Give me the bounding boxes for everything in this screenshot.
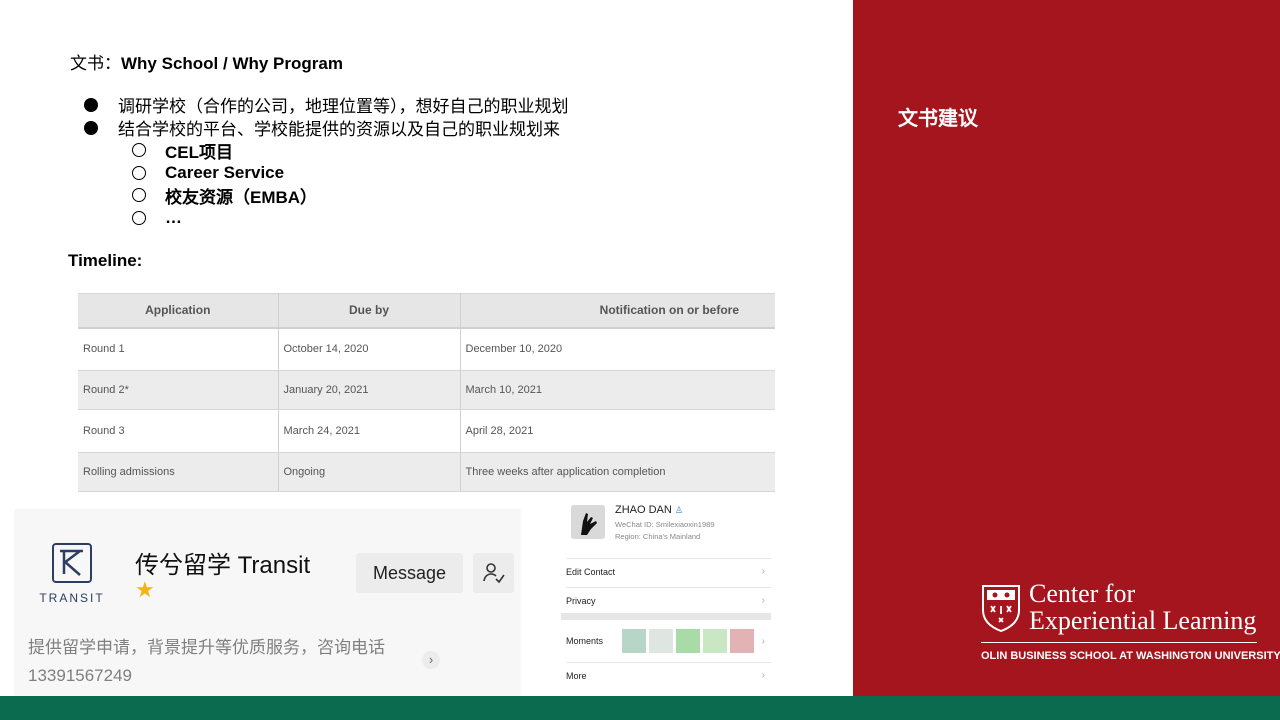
wechat-profile-card: ZHAO DAN ♙ WeChat ID: Smilexiaoxin1989 R…: [561, 497, 771, 690]
official-account-card: TRANSIT 传兮留学 Transit ★ Message 提供留学申请，背景…: [14, 509, 521, 696]
table-row: Round 3 March 24, 2021 April 28, 2021: [78, 409, 775, 453]
sub-bullet-item: Career Service: [132, 162, 569, 185]
row-label: More: [566, 670, 587, 681]
follow-user-icon[interactable]: [473, 553, 514, 593]
moment-thumbnail: [648, 629, 673, 653]
chevron-right-icon: ›: [761, 670, 765, 681]
bullet-list: 调研学校（合作的公司，地理位置等），想好自己的职业规划 结合学校的平台、学校能提…: [84, 93, 569, 229]
table-row: Rolling admissions Ongoing Three weeks a…: [78, 452, 775, 492]
moment-thumbnail: [702, 629, 727, 653]
chevron-right-icon[interactable]: ›: [422, 651, 440, 669]
cel-line1: Center for: [1029, 579, 1136, 608]
column-header: Application: [78, 293, 279, 329]
table-cell: March 24, 2021: [278, 409, 461, 453]
column-header: Notification on or before: [460, 293, 775, 329]
bullet-ring-icon: [132, 165, 146, 180]
moment-thumbnail: [729, 629, 754, 653]
heading-prefix: 文书：: [70, 54, 121, 74]
moment-thumbnail: [675, 629, 700, 653]
column-header: Due by: [278, 293, 461, 329]
logo-divider: [981, 642, 1257, 643]
slide: 文书建议 文书：Why School / Why Program 调研学校（合作…: [0, 0, 1280, 720]
table-cell: Rolling admissions: [78, 452, 279, 492]
avatar-hand-icon: [571, 505, 605, 539]
profile-row-more[interactable]: More ›: [566, 662, 771, 688]
chevron-right-icon: ›: [761, 595, 765, 606]
moment-thumbnail: [621, 629, 646, 653]
table-cell: Round 2*: [78, 370, 279, 410]
description-line: 13391567249: [28, 666, 133, 685]
chevron-right-icon: ›: [761, 635, 765, 647]
sub-bullet-text: 校友资源（EMBA）: [165, 187, 318, 207]
table-cell: December 10, 2020: [460, 327, 775, 371]
sub-bullet-item: …: [132, 207, 569, 230]
bullet-ring-icon: [132, 210, 146, 225]
wechat-id: WeChat ID: Smilexiaoxin1989: [615, 520, 715, 529]
panel-title: 文书建议: [898, 106, 978, 130]
account-description: 提供留学申请，背景提升等优质服务，咨询电话 13391567249: [28, 634, 428, 690]
profile-name: ZHAO DAN ♙: [615, 504, 683, 516]
sub-bullet-text: Career Service: [165, 162, 285, 182]
profile-row-edit-contact[interactable]: Edit Contact ›: [566, 558, 771, 584]
table-cell: Round 1: [78, 327, 279, 371]
logo-text: TRANSIT: [39, 591, 105, 605]
bullet-text: 调研学校（合作的公司，地理位置等），想好自己的职业规划: [118, 97, 569, 117]
table-cell: April 28, 2021: [460, 409, 775, 453]
profile-name-text: ZHAO DAN: [615, 504, 672, 516]
cel-line2: Experiential Learning: [1029, 606, 1257, 635]
timeline-table: Application Due by Notification on or be…: [78, 293, 775, 492]
chevron-right-icon: ›: [761, 566, 765, 577]
cel-logo-name: Center for Experiential Learning: [1029, 580, 1256, 634]
row-label: Edit Contact: [566, 566, 616, 577]
transit-logo-icon: [52, 543, 92, 583]
table-cell: January 20, 2021: [278, 370, 461, 410]
row-label: Moments: [566, 636, 604, 646]
description-line: 提供留学申请，背景提升等优质服务，咨询电话: [28, 638, 385, 657]
heading-text: Why School / Why Program: [121, 54, 343, 73]
account-name: 传兮留学 Transit: [135, 552, 311, 579]
sub-bullet-item: CEL项目: [132, 139, 569, 162]
slide-heading: 文书：Why School / Why Program: [70, 49, 343, 74]
sub-bullet-text: CEL项目: [165, 142, 233, 162]
verified-icon: ♙: [674, 505, 683, 515]
bullet-item: 结合学校的平台、学校能提供的资源以及自己的职业规划来: [84, 116, 569, 140]
sub-bullet-text: …: [165, 207, 182, 227]
cel-logo-subtitle: OLIN BUSINESS SCHOOL AT WASHINGTON UNIVE…: [981, 650, 1280, 662]
moments-thumbnails: [621, 629, 754, 653]
timeline-label: Timeline:: [68, 251, 143, 270]
bullet-dot-icon: [84, 97, 98, 112]
bullet-item: 调研学校（合作的公司，地理位置等），想好自己的职业规划: [84, 93, 569, 117]
table-row: Round 1 October 14, 2020 December 10, 20…: [78, 327, 775, 371]
region: Region: China's Mainland: [615, 532, 701, 541]
profile-row-privacy[interactable]: Privacy ›: [566, 587, 771, 613]
star-icon: ★: [135, 577, 155, 602]
table-row: Round 2* January 20, 2021 March 10, 2021: [78, 370, 775, 410]
table-cell: October 14, 2020: [278, 327, 461, 371]
message-button[interactable]: Message: [356, 553, 463, 593]
transit-logo: TRANSIT: [39, 543, 105, 605]
bottom-bar: [0, 696, 1280, 720]
table-header-row: Application Due by Notification on or be…: [78, 293, 775, 329]
sub-bullet-item: 校友资源（EMBA）: [132, 184, 569, 207]
table-cell: March 10, 2021: [460, 370, 775, 410]
row-label: Privacy: [566, 595, 596, 606]
bullet-text: 结合学校的平台、学校能提供的资源以及自己的职业规划来: [118, 120, 560, 140]
bullet-ring-icon: [132, 188, 146, 203]
divider: [561, 613, 771, 620]
table-cell: Round 3: [78, 409, 279, 453]
table-cell: Three weeks after application completion: [460, 452, 775, 492]
shield-icon: [981, 584, 1021, 633]
table-cell: Ongoing: [278, 452, 461, 492]
profile-row-moments[interactable]: Moments ›: [566, 623, 771, 659]
bullet-ring-icon: [132, 143, 146, 158]
bullet-dot-icon: [84, 120, 98, 135]
